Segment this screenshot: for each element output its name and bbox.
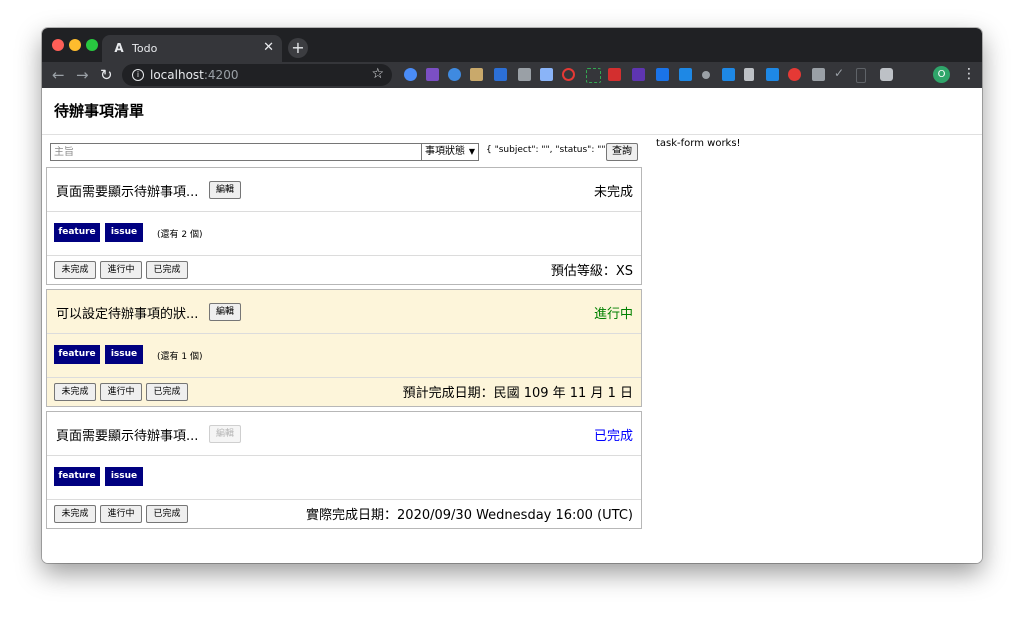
chevron-down-icon: ▼ — [468, 147, 475, 156]
set-todo-button[interactable]: 未完成 — [54, 505, 96, 523]
bookmark-star-icon[interactable]: ☆ — [371, 66, 384, 82]
task-subject: 頁面需要顯示待辦事項... — [56, 185, 199, 200]
task-footer: 未完成 進行中 已完成 實際完成日期：2020/09/30 Wednesday … — [47, 499, 641, 527]
tag-badge: issue — [105, 345, 143, 364]
angular-favicon-icon: A — [114, 41, 124, 55]
extension-crop-icon[interactable] — [586, 68, 601, 83]
task-list-panel: 事項狀態 ▼ { "subject": "", "status": "" } 查… — [46, 143, 644, 529]
extension-onenote-icon[interactable] — [426, 68, 439, 81]
edit-button[interactable]: 編輯 — [209, 303, 241, 321]
task-header: 頁面需要顯示待辦事項... 編輯 未完成 — [47, 168, 641, 212]
set-done-button[interactable]: 已完成 — [146, 383, 188, 401]
extension-trello-blue-icon[interactable] — [766, 68, 779, 81]
task-subject: 頁面需要顯示待辦事項... — [56, 429, 199, 444]
query-echo-text: { "subject": "", "status": "" } — [486, 145, 615, 155]
set-todo-button[interactable]: 未完成 — [54, 383, 96, 401]
tag-badge: feature — [54, 467, 100, 486]
task-tags: feature issue (還有 1 個) — [47, 333, 641, 378]
task-status: 進行中 — [593, 307, 633, 322]
set-done-button[interactable]: 已完成 — [146, 505, 188, 523]
tag-badge: feature — [54, 345, 100, 364]
edit-button[interactable]: 編輯 — [209, 181, 241, 199]
reload-icon[interactable]: ↻ — [100, 66, 113, 84]
task-estimate: 預估等級：XS — [550, 264, 633, 279]
extension-purple-icon[interactable] — [632, 68, 645, 81]
status-select-value: 事項狀態 — [425, 146, 465, 157]
info-icon[interactable]: i — [132, 69, 144, 81]
status-select[interactable]: 事項狀態 ▼ — [421, 143, 479, 161]
extension-red-icon[interactable] — [608, 68, 621, 81]
subject-search-input[interactable] — [50, 143, 424, 161]
extension-abp-icon[interactable] — [788, 68, 801, 81]
extension-squirrel-icon[interactable] — [470, 68, 483, 81]
task-footer: 未完成 進行中 已完成 預計完成日期：民國 109 年 11 月 1 日 — [47, 377, 641, 405]
page-content: 待辦事項清單 事項狀態 ▼ { "subject": "", "status":… — [42, 88, 982, 563]
extension-card-icon[interactable] — [679, 68, 692, 81]
set-done-button[interactable]: 已完成 — [146, 261, 188, 279]
task-tags: feature issue — [47, 455, 641, 500]
set-in-progress-button[interactable]: 進行中 — [100, 505, 142, 523]
tag-badge: issue — [105, 467, 143, 486]
set-todo-button[interactable]: 未完成 — [54, 261, 96, 279]
tag-badge: issue — [105, 223, 143, 242]
extension-block-icon[interactable] — [562, 68, 575, 81]
browser-toolbar: ← → ↻ i localhost:4200 ☆ ✓ O ⋮ — [42, 62, 982, 88]
more-tags-text: (還有 1 個) — [157, 352, 203, 362]
task-card: 可以設定待辦事項的狀... 編輯 進行中 feature issue (還有 1… — [46, 289, 642, 407]
url-text: localhost:4200 — [150, 68, 239, 82]
task-status: 未完成 — [593, 185, 633, 200]
extension-note-icon[interactable] — [518, 68, 531, 81]
more-tags-text: (還有 2 個) — [157, 230, 203, 240]
extension-new-icon[interactable] — [494, 68, 507, 81]
extension-window-icon[interactable] — [540, 68, 553, 81]
extension-box-icon[interactable] — [812, 68, 825, 81]
task-header: 頁面需要顯示待辦事項... 編輯 已完成 — [47, 412, 641, 456]
query-bar: 事項狀態 ▼ { "subject": "", "status": "" } 查… — [46, 143, 644, 163]
task-tags: feature issue (還有 2 個) — [47, 211, 641, 256]
tab-title: Todo — [132, 42, 158, 55]
task-footer: 未完成 進行中 已完成 預估等級：XS — [47, 255, 641, 283]
new-tab-button[interactable]: + — [288, 38, 308, 58]
header-divider — [42, 134, 982, 135]
task-expected-date: 預計完成日期：民國 109 年 11 月 1 日 — [402, 386, 633, 401]
task-card: 頁面需要顯示待辦事項... 編輯 已完成 feature issue 未完成 進… — [46, 411, 642, 529]
extension-trello-gray-icon[interactable] — [744, 68, 754, 81]
tab-close-icon[interactable]: ✕ — [263, 40, 274, 55]
set-in-progress-button[interactable]: 進行中 — [100, 383, 142, 401]
browser-window: A Todo ✕ + ← → ↻ i localhost:4200 ☆ ✓ O … — [42, 28, 982, 563]
maximize-window-button[interactable] — [86, 39, 98, 51]
close-window-button[interactable] — [52, 39, 64, 51]
task-header: 可以設定待辦事項的狀... 編輯 進行中 — [47, 290, 641, 334]
set-in-progress-button[interactable]: 進行中 — [100, 261, 142, 279]
extension-shield-icon[interactable] — [702, 71, 710, 79]
browser-tab[interactable]: A Todo ✕ — [102, 35, 282, 62]
minimize-window-button[interactable] — [69, 39, 81, 51]
extension-check-icon[interactable]: ✓ — [834, 66, 847, 80]
extensions-puzzle-icon[interactable] — [880, 68, 893, 81]
extension-trello-icon[interactable] — [722, 68, 735, 81]
extension-gem-icon[interactable] — [404, 68, 417, 81]
task-status: 已完成 — [593, 429, 633, 444]
query-button[interactable]: 查詢 — [606, 143, 638, 161]
tag-badge: feature — [54, 223, 100, 242]
extension-blue-icon[interactable] — [656, 68, 669, 81]
extension-compass-icon[interactable] — [448, 68, 461, 81]
task-completed-date: 實際完成日期：2020/09/30 Wednesday 16:00 (UTC) — [306, 508, 633, 523]
tab-strip: A Todo ✕ + — [42, 28, 982, 62]
profile-avatar[interactable]: O — [933, 66, 950, 83]
task-subject: 可以設定待辦事項的狀... — [56, 307, 199, 322]
extension-clipboard-icon[interactable] — [856, 68, 866, 83]
task-form-panel: task-form works! — [656, 138, 741, 149]
browser-menu-icon[interactable]: ⋮ — [962, 66, 976, 82]
address-bar[interactable]: i localhost:4200 ☆ — [122, 64, 392, 86]
back-icon[interactable]: ← — [52, 66, 65, 84]
forward-icon[interactable]: → — [76, 66, 89, 84]
task-card: 頁面需要顯示待辦事項... 編輯 未完成 feature issue (還有 2… — [46, 167, 642, 285]
page-title: 待辦事項清單 — [54, 102, 145, 120]
edit-button: 編輯 — [209, 425, 241, 443]
